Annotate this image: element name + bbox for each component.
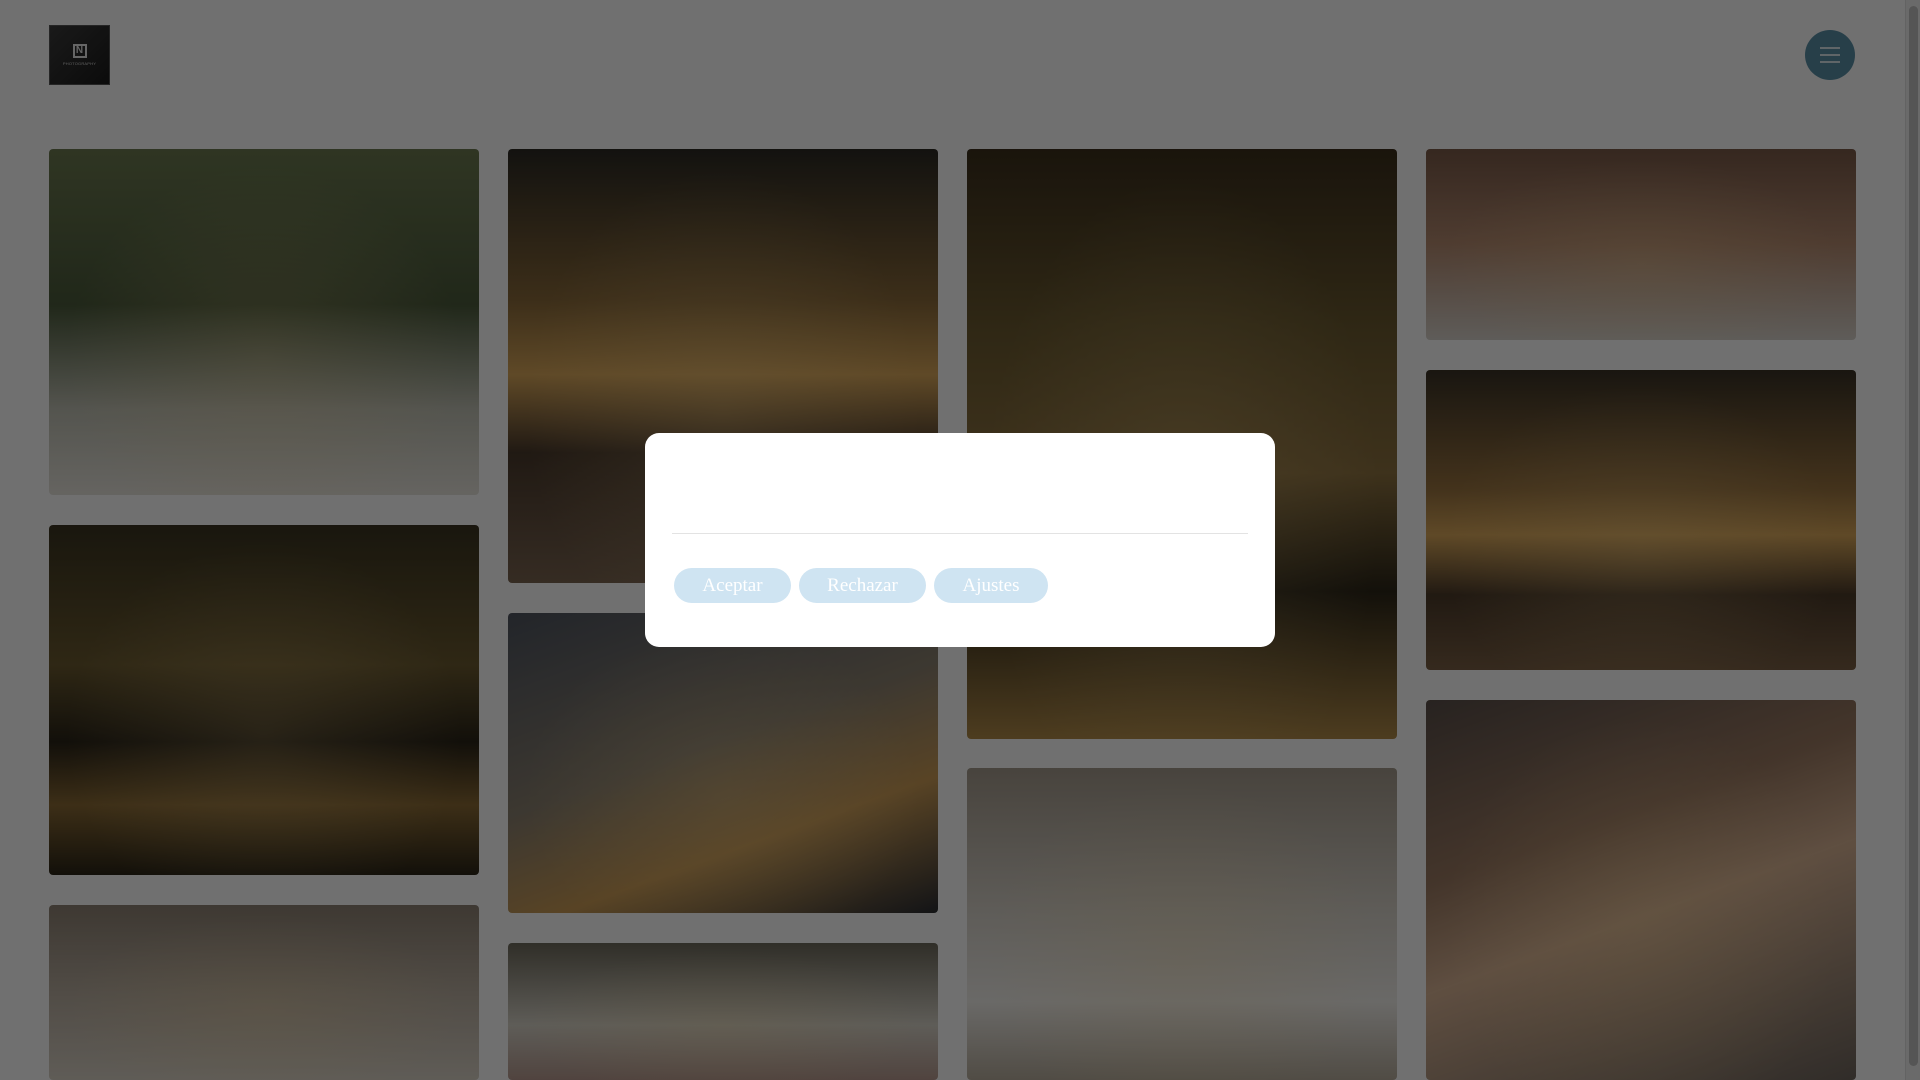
cookie-consent-dialog: Aceptar Rechazar Ajustes bbox=[645, 433, 1275, 647]
settings-button[interactable]: Ajustes bbox=[934, 568, 1048, 603]
reject-button[interactable]: Rechazar bbox=[799, 568, 926, 603]
accept-button[interactable]: Aceptar bbox=[674, 568, 791, 603]
page: N PHOTOGRAPHY Aceptar Rechazar Ajustes bbox=[0, 0, 1920, 1080]
dialog-divider bbox=[672, 533, 1248, 534]
